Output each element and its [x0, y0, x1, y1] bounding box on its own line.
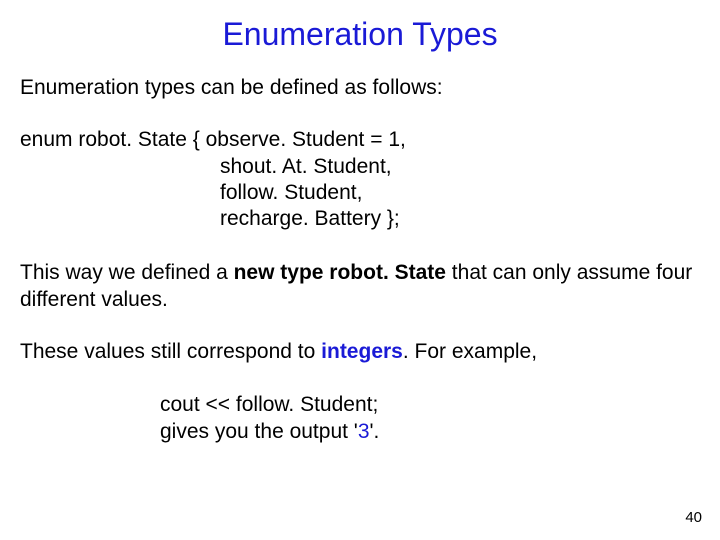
- slide: Enumeration Types Enumeration types can …: [0, 0, 720, 540]
- cout-2c: '.: [370, 420, 380, 443]
- enum-line-4: recharge. Battery };: [20, 206, 700, 232]
- explanation-paragraph-2: These values still correspond to integer…: [20, 339, 700, 365]
- enum-code-block: enum robot. State { observe. Student = 1…: [20, 127, 700, 232]
- intro-text: Enumeration types can be defined as foll…: [20, 75, 700, 101]
- cout-example: cout << follow. Student; gives you the o…: [160, 391, 700, 446]
- p2-b: new type robot. State: [234, 261, 446, 284]
- cout-line-1: cout << follow. Student;: [160, 391, 700, 418]
- cout-2a: gives you the output ': [160, 420, 358, 443]
- enum-line-3: follow. Student,: [20, 180, 700, 206]
- enum-line-1: enum robot. State { observe. Student = 1…: [20, 127, 700, 153]
- p3-b: integers: [321, 340, 403, 363]
- p3-a: These values still correspond to: [20, 340, 321, 363]
- explanation-paragraph-1: This way we defined a new type robot. St…: [20, 260, 700, 313]
- slide-body: Enumeration types can be defined as foll…: [20, 75, 700, 446]
- page-number: 40: [685, 509, 702, 526]
- cout-2b: 3: [358, 420, 370, 443]
- enum-line-2: shout. At. Student,: [20, 154, 700, 180]
- p3-c: . For example,: [403, 340, 537, 363]
- cout-line-2: gives you the output '3'.: [160, 418, 700, 445]
- slide-title: Enumeration Types: [20, 16, 700, 53]
- p2-a: This way we defined a: [20, 261, 234, 284]
